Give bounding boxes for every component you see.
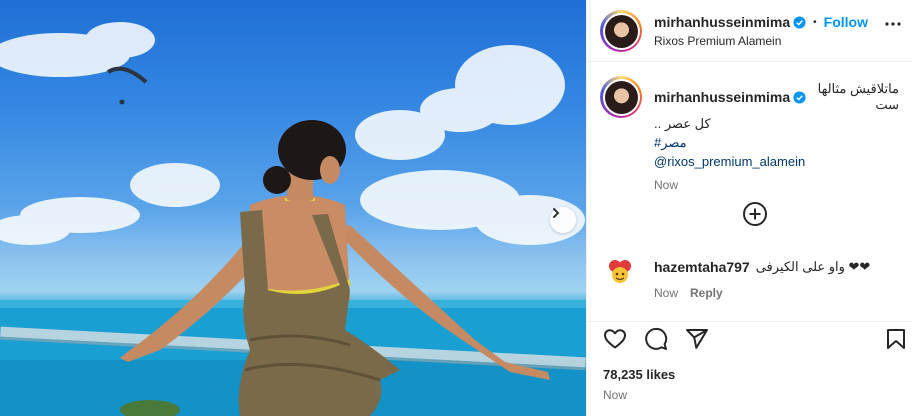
caption-hashtag[interactable]: #مصر: [654, 135, 899, 151]
verified-badge-icon: [793, 15, 806, 29]
caption-mention[interactable]: @rixos_premium_alamein: [654, 154, 899, 169]
comment-timestamp: Now: [654, 286, 679, 300]
caption-text-line2: كل عصر ..: [654, 116, 711, 131]
caption-author-avatar[interactable]: [600, 76, 642, 118]
follow-button[interactable]: Follow: [824, 14, 868, 30]
caption-username[interactable]: mirhanhusseinmima: [654, 89, 790, 105]
chevron-right-icon: [553, 208, 560, 218]
post-header: mirhanhusseinmima • Follow Rixos Premium…: [587, 0, 912, 62]
reply-button[interactable]: Reply: [690, 286, 723, 300]
author-name-row: mirhanhusseinmima • Follow: [654, 14, 868, 30]
post-photo[interactable]: [0, 0, 586, 416]
post-actions: 78,235 likes Now: [587, 321, 912, 416]
comments-section: mirhanhusseinmima ماتلاقيش مثالها ست كل …: [587, 63, 912, 321]
author-username[interactable]: mirhanhusseinmima: [654, 14, 790, 30]
heart-icon[interactable]: [603, 327, 627, 351]
more-options-icon[interactable]: [885, 22, 901, 26]
likes-count[interactable]: 78,235 likes: [603, 367, 675, 382]
photo-scene: [0, 22, 586, 416]
post-location[interactable]: Rixos Premium Alamein: [654, 34, 781, 48]
verified-badge-icon: [793, 90, 806, 104]
post-side-panel: mirhanhusseinmima • Follow Rixos Premium…: [586, 0, 912, 416]
post-timestamp: Now: [603, 388, 628, 402]
caption-text-line1: ماتلاقيش مثالها ست: [817, 81, 899, 112]
commenter-avatar[interactable]: [605, 256, 635, 286]
plus-circle-icon[interactable]: [742, 201, 768, 227]
caption-timestamp: Now: [654, 178, 679, 192]
comment-icon[interactable]: [644, 327, 668, 351]
commenter-username[interactable]: hazemtaha797: [654, 259, 750, 275]
comment-text: واو على الكيرفى ❤❤: [755, 259, 871, 274]
author-avatar[interactable]: [600, 10, 642, 52]
separator-dot: •: [813, 16, 817, 28]
next-photo-button[interactable]: [550, 207, 576, 233]
caption: mirhanhusseinmima ماتلاقيش مثالها ست كل …: [654, 81, 899, 192]
bookmark-icon[interactable]: [885, 327, 907, 351]
share-icon[interactable]: [685, 327, 709, 351]
